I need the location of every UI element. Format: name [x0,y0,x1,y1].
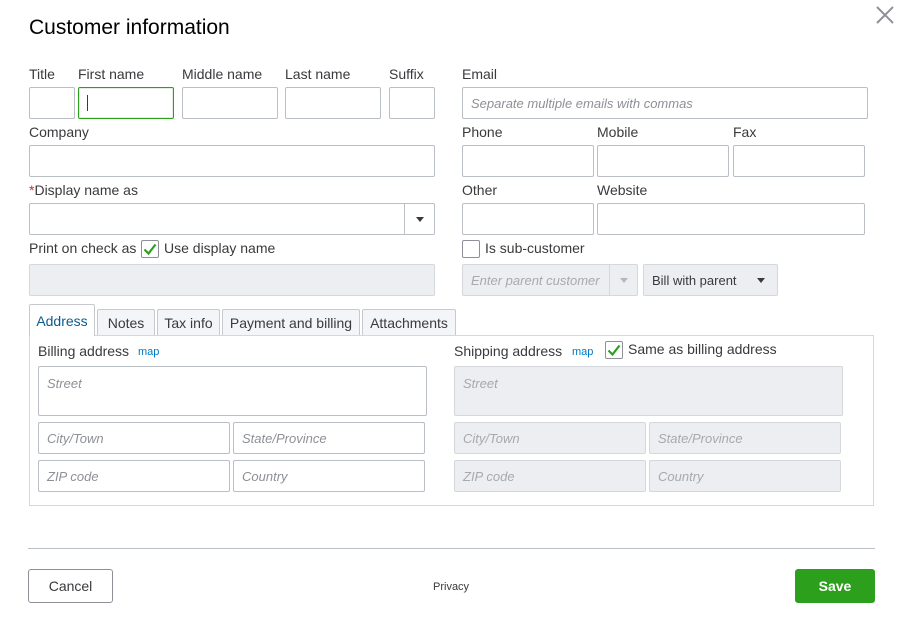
close-icon[interactable] [874,4,896,26]
use-display-name-checkbox[interactable] [141,240,159,258]
tab-tax-info[interactable]: Tax info [157,309,220,335]
other-input[interactable] [462,203,594,235]
footer-divider [28,548,875,549]
tab-notes[interactable]: Notes [97,309,155,335]
website-input[interactable] [597,203,865,235]
privacy-link[interactable]: Privacy [433,581,469,593]
shipping-city-placeholder: City/Town [463,430,520,446]
sub-customer-checkbox[interactable] [462,240,480,258]
chevron-down-icon [757,277,765,283]
bill-with-parent-value: Bill with parent [652,272,737,288]
shipping-country-input[interactable]: Country [649,460,841,492]
first-name-input[interactable] [78,87,174,119]
billing-zip-placeholder: ZIP code [47,468,99,484]
shipping-street-placeholder: Street [463,376,498,391]
cancel-button[interactable]: Cancel [28,569,113,603]
save-button[interactable]: Save [795,569,875,603]
phone-label: Phone [462,124,503,140]
other-label: Other [462,182,498,198]
tab-address[interactable]: Address [29,304,95,336]
print-on-check-label: Print on check as [29,240,137,256]
shipping-street-input[interactable]: Street [454,366,843,416]
mobile-label: Mobile [597,124,639,140]
print-on-check-input[interactable] [29,264,435,296]
shipping-city-input[interactable]: City/Town [454,422,646,454]
shipping-address-label: Shipping address [454,343,563,359]
display-name-input[interactable] [30,204,404,234]
tab-payment-and-billing[interactable]: Payment and billing [222,309,360,335]
text-cursor [87,95,88,111]
checkmark-icon [607,344,621,357]
middle-name-input[interactable] [182,87,278,119]
chevron-down-icon [619,277,628,283]
fax-input[interactable] [733,145,865,177]
shipping-country-placeholder: Country [658,468,704,484]
parent-customer-combobox[interactable]: Enter parent customer [462,264,638,296]
fax-label: Fax [733,124,757,140]
shipping-zip-placeholder: ZIP code [463,468,515,484]
last-name-label: Last name [285,66,351,82]
display-name-label: Display name as [34,182,138,198]
title-input[interactable] [29,87,75,119]
same-as-billing-checkbox[interactable] [605,341,623,359]
display-name-dropdown-button[interactable] [404,204,434,234]
shipping-state-placeholder: State/Province [658,430,743,446]
mobile-input[interactable] [597,145,729,177]
billing-city-input[interactable]: City/Town [38,422,230,454]
shipping-state-input[interactable]: State/Province [649,422,841,454]
chevron-down-icon [415,216,424,222]
parent-customer-placeholder: Enter parent customer [471,272,600,288]
email-placeholder: Separate multiple emails with commas [471,95,693,111]
billing-street-input[interactable]: Street [38,366,427,416]
shipping-map-link[interactable]: map [572,346,593,358]
billing-state-input[interactable]: State/Province [233,422,425,454]
billing-map-link[interactable]: map [138,346,159,358]
dialog-title: Customer information [29,16,230,39]
billing-country-placeholder: Country [242,468,288,484]
suffix-label: Suffix [389,66,424,82]
suffix-input[interactable] [389,87,435,119]
first-name-label: First name [78,66,145,82]
website-label: Website [597,182,648,198]
use-display-name-label: Use display name [164,240,276,256]
email-input[interactable]: Separate multiple emails with commas [462,87,868,119]
display-name-combobox[interactable] [29,203,435,235]
middle-name-label: Middle name [182,66,263,82]
parent-customer-dropdown-button[interactable] [609,265,637,295]
sub-customer-label: Is sub-customer [485,240,585,256]
billing-zip-input[interactable]: ZIP code [38,460,230,492]
email-label: Email [462,66,498,82]
checkmark-icon [143,243,157,256]
phone-input[interactable] [462,145,594,177]
same-as-billing-label: Same as billing address [628,341,777,357]
company-input[interactable] [29,145,435,177]
tab-attachments[interactable]: Attachments [362,309,456,335]
display-name-label-row: *Display name as [29,182,138,198]
bill-with-parent-select[interactable]: Bill with parent [643,264,778,296]
billing-state-placeholder: State/Province [242,430,327,446]
billing-address-label: Billing address [38,343,130,359]
title-label: Title [29,66,55,82]
billing-street-placeholder: Street [47,376,82,391]
billing-city-placeholder: City/Town [47,430,104,446]
shipping-zip-input[interactable]: ZIP code [454,460,646,492]
billing-country-input[interactable]: Country [233,460,425,492]
last-name-input[interactable] [285,87,381,119]
company-label: Company [29,124,89,140]
